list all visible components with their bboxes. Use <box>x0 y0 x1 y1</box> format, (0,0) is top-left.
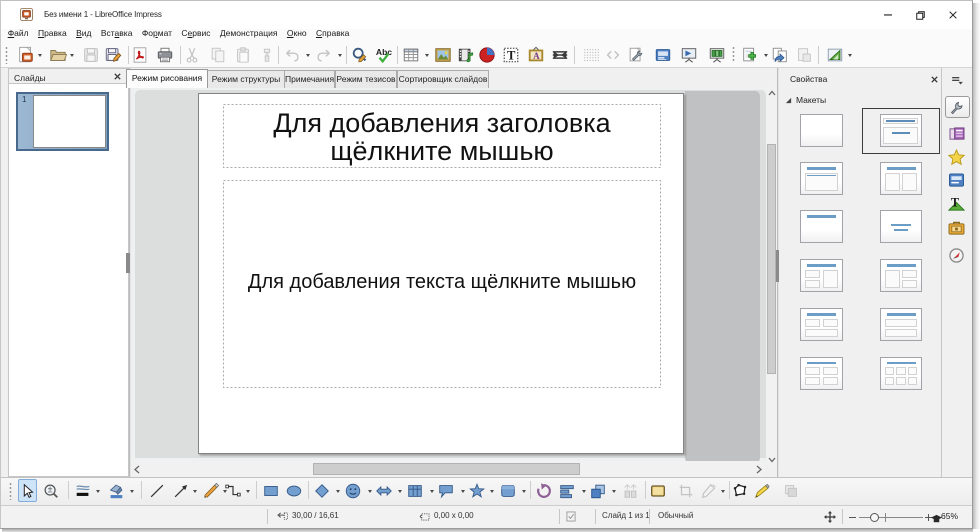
svg-text:T: T <box>951 195 959 209</box>
svg-text:T: T <box>507 49 516 63</box>
svg-text:A: A <box>533 51 540 61</box>
svg-text:Abc: Abc <box>376 47 392 57</box>
